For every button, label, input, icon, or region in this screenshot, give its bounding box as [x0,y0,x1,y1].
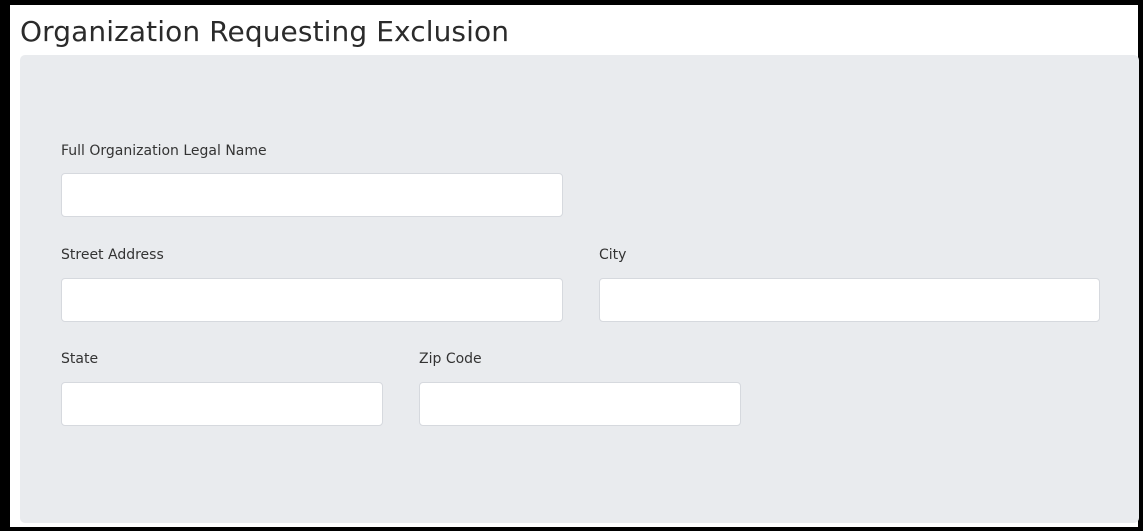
screenshot-frame: Organization Requesting Exclusion Full O… [0,0,1143,531]
section-title: Organization Requesting Exclusion [20,15,510,48]
legal-name-label: Full Organization Legal Name [61,143,267,159]
zip-code-label: Zip Code [419,351,482,367]
city-input[interactable] [599,278,1100,322]
zip-code-input[interactable] [419,382,741,426]
state-input[interactable] [61,382,383,426]
street-address-input[interactable] [61,278,563,322]
street-address-label: Street Address [61,247,164,263]
organization-form-panel: Full Organization Legal Name Street Addr… [20,55,1139,523]
city-label: City [599,247,627,263]
legal-name-input[interactable] [61,173,563,217]
state-label: State [61,351,99,367]
